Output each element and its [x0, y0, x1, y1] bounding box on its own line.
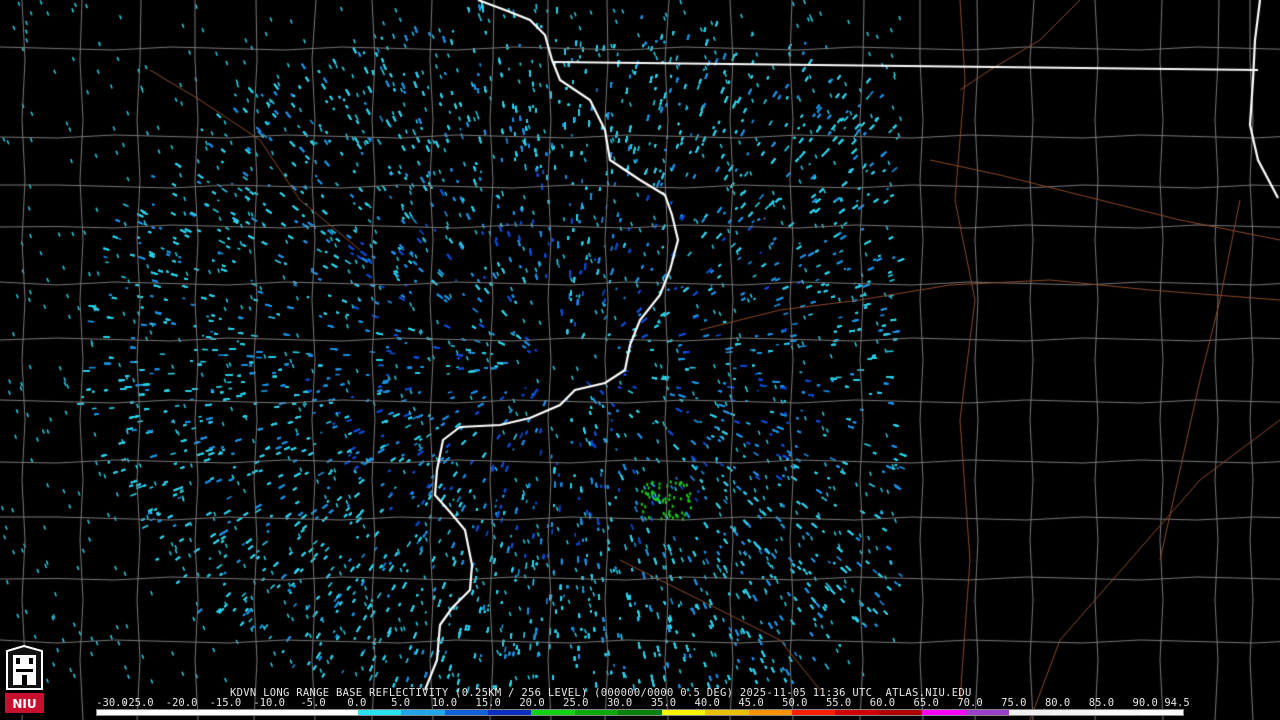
colorbar-segment	[661, 710, 706, 715]
legend-label: 15.0	[475, 697, 501, 709]
colorbar-segment	[792, 710, 836, 715]
colorbar-segment	[965, 710, 1010, 715]
legend-label: -10.0	[253, 697, 285, 709]
colorbar-segment	[183, 710, 228, 715]
legend-label: 65.0	[913, 697, 939, 709]
legend-label: 94.5	[1164, 697, 1190, 709]
colorbar-segment	[97, 710, 141, 715]
legend-labels: -30.0 -25.0 -20.0 -15.0 -10.0 -5.0 0.0 5.0 10.0 1…	[94, 698, 1189, 709]
niu-logo-text: NIU	[12, 697, 36, 711]
colorbar-segment	[1052, 710, 1097, 715]
legend-label: 50.0	[782, 697, 808, 709]
colorbar-segment	[314, 710, 358, 715]
colorbar-segment	[444, 710, 488, 715]
legend-label: 70.0	[957, 697, 983, 709]
colorbar-segment	[140, 710, 184, 715]
legend-label: 55.0	[825, 697, 852, 709]
legend-label: 90.0	[1132, 697, 1158, 709]
colorbar-segment	[227, 710, 271, 715]
colorbar-segment	[574, 710, 619, 715]
legend-label: 25.0	[563, 697, 589, 709]
legend-label: 35.0	[650, 697, 677, 709]
colorbar-segment	[531, 710, 575, 715]
colorbar-segment	[1139, 710, 1183, 715]
legend-label: -15.0	[209, 697, 242, 709]
colorbar-segment	[270, 710, 315, 715]
reflectivity-colorbar	[96, 709, 1184, 716]
legend-label: 5.0	[391, 697, 411, 709]
legend-label: 30.0	[606, 697, 633, 709]
colorbar-segment	[705, 710, 749, 715]
colorbar-segment	[748, 710, 792, 715]
colorbar-segment	[922, 710, 966, 715]
legend-label: 20.0	[519, 697, 545, 709]
colorbar-segment	[878, 710, 923, 715]
legend-label: 45.0	[738, 697, 764, 709]
colorbar-segment	[1096, 710, 1140, 715]
radar-map	[0, 0, 1280, 720]
legend-label: 75.0	[1001, 697, 1027, 709]
legend-label: -25.0	[121, 697, 154, 709]
colorbar-segment	[835, 710, 879, 715]
colorbar-segment	[357, 710, 402, 715]
legend-label: 85.0	[1088, 697, 1115, 709]
legend-label: 0.0	[347, 697, 367, 709]
niu-logo: NIU	[3, 645, 46, 715]
legend-label: -5.0	[300, 697, 326, 709]
colorbar-segment	[1009, 710, 1053, 715]
legend-label: 40.0	[694, 697, 720, 709]
legend-label: -20.0	[165, 697, 198, 709]
legend-label: 80.0	[1044, 697, 1071, 709]
legend-label: 60.0	[869, 697, 896, 709]
colorbar-segment	[618, 710, 662, 715]
colorbar-segment	[401, 710, 445, 715]
colorbar-segment	[487, 710, 532, 715]
legend-label: 10.0	[431, 697, 458, 709]
